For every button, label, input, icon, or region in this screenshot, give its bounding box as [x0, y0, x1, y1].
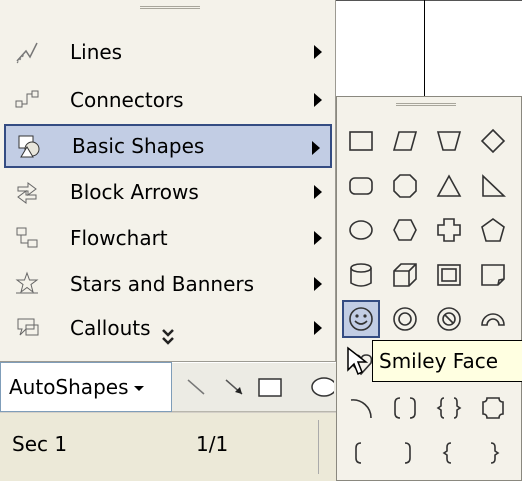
submenu-arrow-icon [314, 185, 322, 199]
menu-item-lines[interactable]: Lines [4, 30, 332, 74]
octagon-shape-icon[interactable] [386, 167, 424, 205]
dropdown-arrow-icon [134, 386, 145, 391]
triangle-shape-icon[interactable] [430, 167, 468, 205]
arc-shape-icon[interactable] [342, 389, 380, 427]
cube-shape-icon[interactable] [386, 256, 424, 294]
smiley-face-shape-icon[interactable] [342, 300, 380, 338]
menu-item-label: Connectors [70, 88, 184, 112]
right-bracket-shape-icon[interactable] [386, 434, 424, 472]
flowchart-icon [12, 223, 42, 253]
menu-item-block-arrows[interactable]: Block Arrows [4, 170, 332, 214]
submenu-arrow-icon [314, 45, 322, 59]
oval-tool-icon[interactable] [294, 372, 336, 402]
menu-item-label: Flowchart [70, 226, 168, 250]
submenu-arrow-icon [312, 141, 320, 155]
tooltip: Smiley Face [372, 340, 522, 382]
cross-shape-icon[interactable] [430, 211, 468, 249]
double-bracket-shape-icon[interactable] [386, 389, 424, 427]
can-shape-icon[interactable] [342, 256, 380, 294]
double-brace-shape-icon[interactable] [430, 389, 468, 427]
expand-menu-chevron-icon[interactable] [160, 328, 176, 349]
left-bracket-shape-icon[interactable] [342, 434, 380, 472]
menu-item-label: Basic Shapes [72, 134, 205, 158]
stars-banners-icon [12, 269, 42, 299]
callouts-icon [12, 313, 42, 343]
plaque-shape-icon[interactable] [474, 389, 512, 427]
menu-item-label: Callouts [70, 316, 151, 340]
palette-drag-gripper[interactable] [396, 103, 456, 106]
menu-item-label: Lines [70, 40, 123, 64]
submenu-arrow-icon [314, 321, 322, 335]
rectangle-shape-icon[interactable] [342, 122, 380, 160]
menu-item-flowchart[interactable]: Flowchart [4, 216, 332, 260]
menu-item-stars-and-banners[interactable]: Stars and Banners [4, 262, 332, 306]
mouse-pointer-icon [346, 346, 369, 382]
rounded-rectangle-shape-icon[interactable] [342, 167, 380, 205]
arrow-tool-icon[interactable] [220, 372, 250, 402]
right-triangle-shape-icon[interactable] [474, 167, 512, 205]
trapezoid-shape-icon[interactable] [430, 122, 468, 160]
menu-item-basic-shapes[interactable]: Basic Shapes [4, 124, 332, 168]
rectangle-tool-icon[interactable] [256, 372, 286, 402]
diamond-shape-icon[interactable] [474, 122, 512, 160]
autoshapes-menu: Lines Connectors Basic Shapes Block Arro… [0, 0, 336, 362]
basic-shapes-icon [14, 131, 44, 161]
line-tool-icon[interactable] [182, 372, 212, 402]
block-arrows-icon [12, 177, 42, 207]
lines-icon [12, 37, 42, 67]
submenu-arrow-icon [314, 277, 322, 291]
block-arc-shape-icon[interactable] [474, 300, 512, 338]
menu-drag-gripper[interactable] [140, 6, 200, 9]
menu-item-label: Block Arrows [70, 180, 199, 204]
status-page-count: 1/1 [196, 432, 229, 456]
menu-item-label: Stars and Banners [70, 272, 255, 296]
left-brace-shape-icon[interactable] [430, 434, 468, 472]
shape-grid [342, 122, 520, 480]
status-section: Sec 1 [12, 432, 68, 456]
submenu-arrow-icon [314, 93, 322, 107]
connectors-icon [12, 85, 42, 115]
submenu-arrow-icon [314, 231, 322, 245]
document-vertical-line [424, 0, 425, 96]
oval-shape-icon[interactable] [342, 211, 380, 249]
parallelogram-shape-icon[interactable] [386, 122, 424, 160]
menu-item-connectors[interactable]: Connectors [4, 78, 332, 122]
pentagon-shape-icon[interactable] [474, 211, 512, 249]
autoshapes-button[interactable]: AutoShapes [0, 362, 172, 412]
autoshapes-label: AutoShapes [9, 375, 129, 399]
status-divider [318, 420, 319, 474]
no-symbol-shape-icon[interactable] [430, 300, 468, 338]
bevel-shape-icon[interactable] [430, 256, 468, 294]
folded-corner-shape-icon[interactable] [474, 256, 512, 294]
donut-shape-icon[interactable] [386, 300, 424, 338]
hexagon-shape-icon[interactable] [386, 211, 424, 249]
right-brace-shape-icon[interactable] [474, 434, 512, 472]
